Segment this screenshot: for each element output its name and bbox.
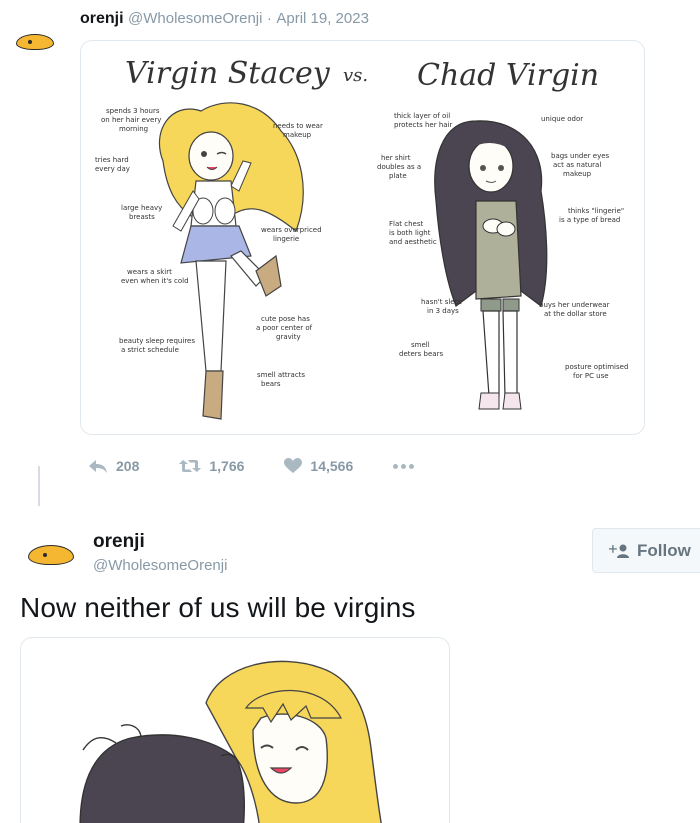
right-note: posture optimised: [565, 363, 628, 371]
right-note: smell: [411, 341, 430, 349]
tweet-image[interactable]: [20, 637, 450, 823]
follow-button[interactable]: Follow: [592, 528, 700, 573]
author-handle[interactable]: @WholesomeOrenji: [128, 10, 262, 27]
reply-icon: [89, 460, 107, 473]
left-note: lingerie: [273, 235, 299, 243]
like-button[interactable]: 14,566: [284, 458, 353, 474]
left-note: morning: [119, 125, 148, 133]
comic-image[interactable]: Virgin Stacey vs. Chad Virgin spends 3 h…: [80, 40, 645, 435]
left-note: a strict schedule: [121, 346, 179, 354]
left-note: bears: [261, 380, 281, 388]
right-note: buys her underwear: [539, 301, 610, 309]
left-note: needs to wear: [273, 122, 323, 130]
tweet-header: orenji @WholesomeOrenji · April 19, 2023: [80, 10, 369, 28]
left-note: cute pose has: [261, 315, 310, 323]
reply-count: 208: [116, 458, 140, 474]
reply-button[interactable]: 208: [88, 458, 139, 474]
comic-title-left: Virgin Stacey: [125, 56, 331, 91]
right-note: plate: [389, 172, 407, 180]
right-note: Flat chest: [389, 220, 423, 228]
author-name[interactable]: orenji: [80, 10, 124, 27]
avatar[interactable]: [20, 524, 78, 582]
avatar[interactable]: [10, 12, 54, 56]
retweet-count: 1,766: [209, 458, 245, 474]
retweet-button[interactable]: 1,766: [179, 458, 244, 474]
right-note: at the dollar store: [544, 310, 607, 318]
left-note: beauty sleep requires: [119, 337, 195, 345]
thread-connector: [38, 466, 40, 506]
left-note: breasts: [129, 213, 155, 221]
right-note: thinks "lingerie": [568, 207, 624, 215]
left-note: gravity: [276, 333, 301, 341]
right-note: doubles as a: [377, 163, 421, 171]
left-note: wears overpriced: [261, 226, 322, 234]
left-note: even when it's cold: [121, 277, 189, 285]
retweet-icon: [179, 460, 202, 472]
comic-title-right: Chad Virgin: [417, 58, 599, 93]
left-note: on her hair every: [101, 116, 161, 124]
tweet-actions: 208 1,766 14,566: [88, 455, 454, 477]
hugging-characters-illustration: [79, 660, 382, 823]
left-note: every day: [95, 165, 130, 173]
dark-haired-character-illustration: [434, 120, 548, 410]
left-note: a poor center of: [256, 324, 313, 332]
left-note: smell attracts: [257, 371, 305, 379]
header-separator: ·: [266, 10, 272, 27]
right-note: unique odor: [541, 115, 583, 123]
right-note: and aesthetic: [389, 238, 437, 246]
right-note: in 3 days: [427, 307, 459, 315]
right-note: hasn't slept: [421, 298, 462, 306]
right-note: for PC use: [573, 372, 609, 380]
comic-vs: vs.: [343, 65, 368, 86]
left-note: large heavy: [121, 204, 162, 212]
like-count: 14,566: [310, 458, 354, 474]
tweet-text: Now neither of us will be virgins: [20, 592, 416, 623]
follow-label: Follow: [637, 540, 691, 560]
right-note: thick layer of oil: [394, 112, 450, 120]
right-note: bags under eyes: [551, 152, 610, 160]
right-note: is a type of bread: [559, 216, 620, 224]
heart-icon: [284, 458, 303, 473]
right-note: makeup: [563, 170, 592, 178]
orange-blob-avatar-icon: [16, 34, 54, 50]
right-note: deters bears: [399, 350, 443, 358]
right-note: act as natural: [553, 161, 601, 169]
orange-blob-avatar-icon: [28, 545, 74, 565]
tweet-date[interactable]: April 19, 2023: [276, 10, 369, 27]
left-note: makeup: [283, 131, 312, 139]
left-note: tries hard: [95, 156, 129, 164]
right-note: is both light: [389, 229, 431, 237]
author-name[interactable]: orenji: [93, 531, 145, 553]
more-dots-icon[interactable]: [393, 463, 415, 469]
right-note: protects her hair: [394, 121, 452, 129]
right-note: her shirt: [381, 154, 411, 162]
left-note: wears a skirt: [127, 268, 172, 276]
add-user-icon: [609, 544, 629, 558]
left-note: spends 3 hours: [106, 107, 160, 115]
author-handle[interactable]: @WholesomeOrenji: [93, 557, 227, 574]
